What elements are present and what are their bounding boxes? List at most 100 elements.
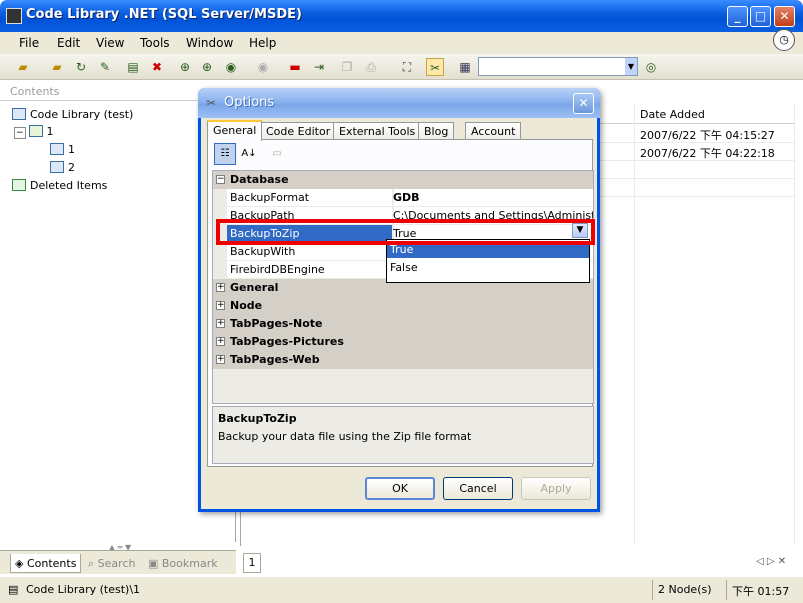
status-icon: ▤: [8, 583, 19, 596]
chevron-down-icon[interactable]: ▼: [572, 223, 588, 238]
search-combo[interactable]: ▼: [478, 57, 638, 76]
tree-child-2[interactable]: 2: [50, 161, 75, 174]
grid-cell-date[interactable]: 2007/6/22 下午 04:22:18: [640, 145, 775, 161]
grid-divider: [634, 104, 635, 544]
menu-view[interactable]: View: [96, 36, 124, 50]
category-tabpages-note[interactable]: + TabPages-Note: [213, 315, 593, 333]
up-icon[interactable]: ⊕: [176, 58, 194, 76]
menu-file[interactable]: File: [19, 36, 39, 50]
chevron-down-icon[interactable]: ▼: [625, 58, 637, 75]
go-icon[interactable]: ◎: [642, 58, 660, 76]
tab-search-label: Search: [97, 557, 136, 570]
grid-cell-date[interactable]: 2007/6/22 下午 04:15:27: [640, 127, 775, 143]
left-tabs: ◈ Contents ⌕ Search ▣ Bookmark: [0, 550, 236, 574]
menu-help[interactable]: Help: [249, 36, 276, 50]
web-icon[interactable]: ▦: [456, 58, 474, 76]
new-icon[interactable]: ▤: [124, 58, 142, 76]
description-title: BackupToZip: [218, 412, 297, 425]
window-title: Code Library .NET (SQL Server/MSDE): [26, 7, 302, 22]
print-icon[interactable]: ⎙: [362, 58, 380, 76]
remove-icon[interactable]: ▬: [286, 58, 304, 76]
forward-icon[interactable]: ◉: [254, 58, 272, 76]
status-time: 下午 01:57: [732, 585, 790, 598]
expand-icon[interactable]: +: [216, 283, 225, 292]
property-name: BackupWith: [230, 245, 296, 258]
property-pages-icon[interactable]: ▭: [266, 143, 288, 165]
status-separator: [652, 580, 653, 600]
status-path: Code Library (test)\1: [26, 583, 141, 596]
expand-icon[interactable]: +: [216, 337, 225, 346]
tab-bookmark[interactable]: ▣ Bookmark: [144, 554, 222, 573]
category-tabpages-pictures[interactable]: + TabPages-Pictures: [213, 333, 593, 351]
categorized-icon[interactable]: ☷: [214, 143, 236, 165]
column-date-added[interactable]: Date Added: [640, 108, 705, 121]
status-bar: ▤ Code Library (test)\1 2 Node(s) 下午 01:…: [0, 576, 803, 603]
cancel-button[interactable]: Cancel: [443, 477, 513, 500]
tab-bookmark-label: Bookmark: [161, 557, 218, 570]
tab-general[interactable]: General: [207, 120, 263, 141]
tab-code-editor[interactable]: Code Editor: [260, 122, 337, 140]
category-label: Node: [230, 299, 263, 312]
splitter-grip[interactable]: ▲ ═ ▼: [100, 543, 140, 552]
folder-icon[interactable]: ▰: [48, 58, 66, 76]
menu-tools[interactable]: Tools: [140, 36, 170, 50]
tab-external-tools[interactable]: External Tools: [333, 122, 422, 140]
dialog-close-button[interactable]: ✕: [573, 93, 594, 114]
back-icon[interactable]: ◉: [222, 58, 240, 76]
expand-icon[interactable]: +: [216, 355, 225, 364]
maximize-button[interactable]: □: [750, 6, 771, 27]
tree-child-1[interactable]: 1: [50, 143, 75, 156]
page-nav-icon[interactable]: ◁ ▷ ✕: [756, 556, 786, 567]
tab-contents[interactable]: ◈ Contents: [10, 554, 82, 573]
copy-icon[interactable]: ❐: [338, 58, 356, 76]
category-label: TabPages-Note: [230, 317, 323, 330]
options-icon[interactable]: ✂: [426, 58, 444, 76]
tree-deleted-label: Deleted Items: [30, 179, 108, 192]
sort-az-icon[interactable]: A↓: [238, 143, 260, 165]
category-tabpages-web[interactable]: + TabPages-Web: [213, 351, 593, 369]
fullscreen-icon[interactable]: ⛶: [398, 58, 416, 76]
tab-account[interactable]: Account: [465, 122, 522, 140]
tree-node-1[interactable]: −1: [14, 125, 54, 139]
tree-child-label: 1: [68, 143, 75, 156]
status-separator: [726, 580, 727, 600]
close-button[interactable]: ✕: [774, 6, 795, 27]
options-dialog: ✂ Options ✕ General Code Editor External…: [198, 88, 600, 512]
delete-icon[interactable]: ✖: [148, 58, 166, 76]
tab-blog[interactable]: Blog: [418, 122, 455, 140]
highlight-annotation: [216, 219, 595, 245]
option-false[interactable]: False: [387, 260, 589, 276]
collapse-icon[interactable]: −: [216, 175, 225, 184]
property-grid: − Database BackupFormat GDB BackupPath C…: [212, 170, 594, 404]
tab-contents-label: Contents: [26, 557, 77, 570]
tree-child-label: 2: [68, 161, 75, 174]
app-icon: [6, 8, 22, 24]
page-tab[interactable]: 1: [243, 553, 261, 573]
menu-edit[interactable]: Edit: [57, 36, 80, 50]
menu-bar: File Edit View Tools Window Help: [0, 32, 803, 54]
refresh-icon[interactable]: ↻: [72, 58, 90, 76]
tree-root[interactable]: Code Library (test): [12, 108, 133, 121]
property-value[interactable]: GDB: [393, 191, 593, 204]
category-label: General: [230, 281, 279, 294]
menu-window[interactable]: Window: [186, 36, 233, 50]
ok-button[interactable]: OK: [365, 477, 435, 500]
apply-button[interactable]: Apply: [521, 477, 591, 500]
description-text: Backup your data file using the Zip file…: [218, 430, 472, 443]
tab-search[interactable]: ⌕ Search: [84, 554, 139, 573]
tree-deleted[interactable]: Deleted Items: [12, 179, 107, 192]
property-row[interactable]: BackupFormat GDB: [213, 189, 593, 207]
open-folder-icon[interactable]: ▰: [14, 58, 32, 76]
edit-icon[interactable]: ✎: [96, 58, 114, 76]
dialog-title: Options: [224, 95, 275, 110]
grid-divider: [794, 104, 795, 544]
insert-icon[interactable]: ⇥: [310, 58, 328, 76]
category-node[interactable]: + Node: [213, 297, 593, 315]
category-database[interactable]: − Database: [213, 171, 593, 189]
minimize-button[interactable]: _: [727, 6, 748, 27]
down-icon[interactable]: ⊕: [198, 58, 216, 76]
collapse-icon[interactable]: −: [14, 127, 26, 139]
node-icon: [28, 125, 43, 137]
expand-icon[interactable]: +: [216, 301, 225, 310]
expand-icon[interactable]: +: [216, 319, 225, 328]
